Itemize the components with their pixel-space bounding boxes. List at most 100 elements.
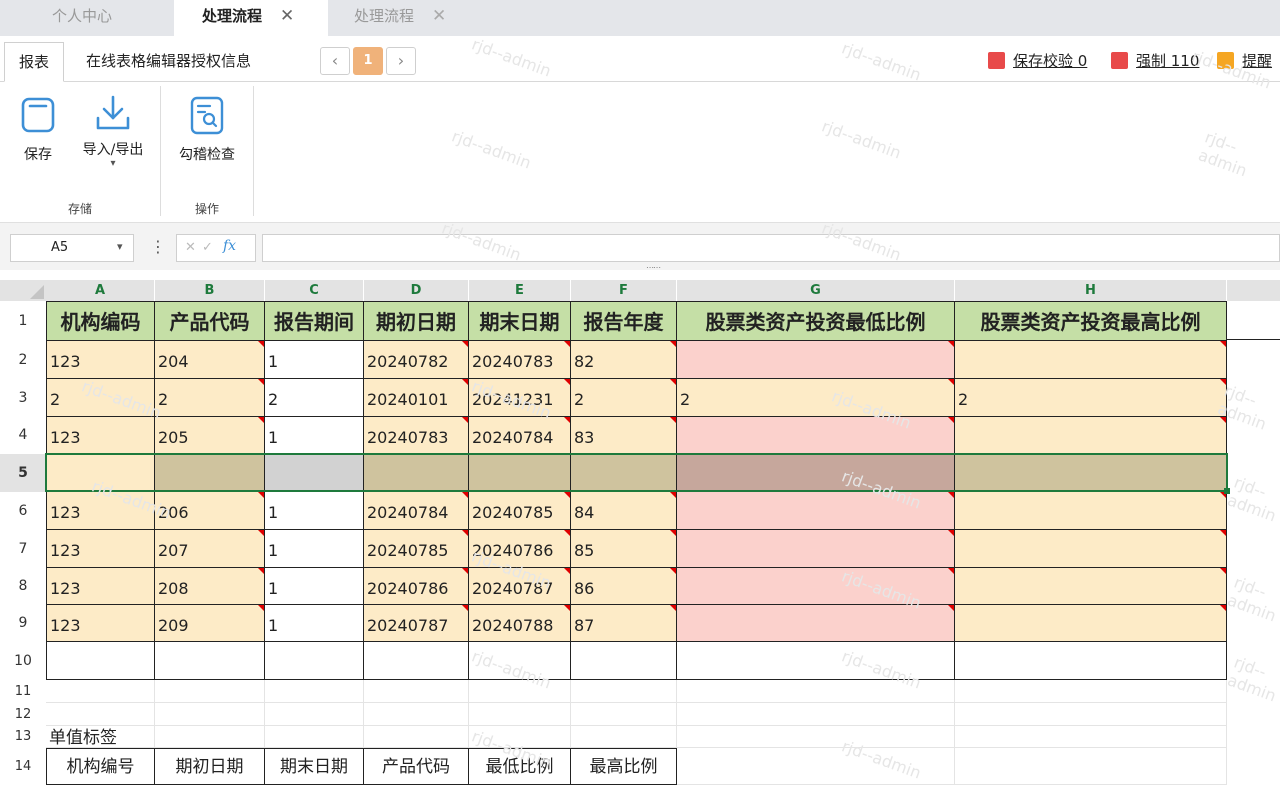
footer-label-cell[interactable]: 期末日期 xyxy=(265,748,364,785)
column-header-c[interactable]: C xyxy=(265,280,364,301)
resize-handle[interactable]: ⋯⋯ xyxy=(646,263,661,272)
single-value-label[interactable]: 单值标签 xyxy=(49,726,117,748)
data-cell[interactable]: 20240783 xyxy=(364,417,469,454)
chevron-down-icon[interactable]: ▾ xyxy=(117,240,123,253)
data-cell[interactable] xyxy=(155,642,265,680)
function-icon[interactable]: fx xyxy=(223,238,236,254)
data-cell[interactable]: 20240101 xyxy=(364,379,469,417)
row-header-4[interactable]: 4 xyxy=(0,417,46,454)
more-options-icon[interactable]: ⋮ xyxy=(150,237,166,256)
row-header-9[interactable]: 9 xyxy=(0,605,46,642)
row-header-7[interactable]: 7 xyxy=(0,530,46,568)
formula-input[interactable] xyxy=(262,234,1280,262)
row-header-8[interactable]: 8 xyxy=(0,568,46,605)
empty-cell[interactable] xyxy=(265,680,364,703)
data-cell[interactable]: 1 xyxy=(265,530,364,568)
empty-cell[interactable] xyxy=(46,680,155,703)
ribbon-tab-license-info[interactable]: 在线表格编辑器授权信息 xyxy=(86,42,251,82)
empty-cell[interactable] xyxy=(955,703,1227,726)
empty-cell[interactable] xyxy=(265,726,364,748)
empty-cell[interactable] xyxy=(155,726,265,748)
legend-save-check[interactable]: 保存校验 0 xyxy=(988,50,1087,72)
ribbon-tab-report[interactable]: 报表 xyxy=(4,42,65,82)
column-header-h[interactable]: H xyxy=(955,280,1227,301)
data-cell[interactable]: 1 xyxy=(265,568,364,605)
empty-cell[interactable] xyxy=(571,703,677,726)
empty-cell[interactable] xyxy=(571,726,677,748)
data-cell[interactable]: 204 xyxy=(155,341,265,379)
footer-label-cell[interactable]: 最高比例 xyxy=(571,748,677,785)
header-cell[interactable]: 股票类资产投资最高比例 xyxy=(955,301,1227,341)
data-cell[interactable]: 2 xyxy=(265,379,364,417)
data-cell[interactable] xyxy=(46,642,155,680)
data-cell[interactable] xyxy=(677,341,955,379)
empty-cell[interactable] xyxy=(46,703,155,726)
empty-cell[interactable] xyxy=(677,703,955,726)
tab-personal-center[interactable]: 个人中心 xyxy=(52,0,112,36)
footer-label-cell[interactable]: 产品代码 xyxy=(364,748,469,785)
empty-cell[interactable] xyxy=(364,680,469,703)
data-cell[interactable]: 20240788 xyxy=(469,605,571,642)
data-cell[interactable]: 123 xyxy=(46,605,155,642)
import-export-button[interactable]: 导入/导出 ▾ xyxy=(76,92,150,172)
tab-process-flow-active[interactable]: 处理流程 ✕ xyxy=(174,0,328,36)
data-cell[interactable]: 1 xyxy=(265,417,364,454)
header-cell[interactable]: 期初日期 xyxy=(364,301,469,341)
data-cell[interactable] xyxy=(955,568,1227,605)
data-cell[interactable] xyxy=(955,530,1227,568)
data-cell[interactable] xyxy=(677,530,955,568)
cell-reference-box[interactable]: A5 ▾ xyxy=(10,234,134,262)
empty-cell[interactable] xyxy=(155,703,265,726)
data-cell[interactable]: 20240785 xyxy=(364,530,469,568)
data-cell[interactable]: 86 xyxy=(571,568,677,605)
data-cell[interactable]: 1 xyxy=(265,605,364,642)
row-header-12[interactable]: 12 xyxy=(0,703,46,726)
data-cell[interactable]: 82 xyxy=(571,341,677,379)
data-cell[interactable]: 87 xyxy=(571,605,677,642)
prev-page-button[interactable]: ‹ xyxy=(320,47,350,75)
row-header-14[interactable]: 14 xyxy=(0,748,46,785)
data-cell[interactable]: 123 xyxy=(46,417,155,454)
row-header-13[interactable]: 13 xyxy=(0,726,46,748)
data-cell[interactable]: 123 xyxy=(46,530,155,568)
data-cell[interactable] xyxy=(571,642,677,680)
header-cell[interactable]: 报告年度 xyxy=(571,301,677,341)
column-header-f[interactable]: F xyxy=(571,280,677,301)
column-header-g[interactable]: G xyxy=(677,280,955,301)
row-header-1[interactable]: 1 xyxy=(0,301,46,341)
next-page-button[interactable]: › xyxy=(386,47,416,75)
confirm-icon[interactable]: ✓ xyxy=(202,240,213,255)
legend-mandatory[interactable]: 强制 110 xyxy=(1111,50,1199,72)
select-all-corner[interactable] xyxy=(0,280,46,301)
data-cell[interactable] xyxy=(265,642,364,680)
data-cell[interactable]: 123 xyxy=(46,568,155,605)
column-header-b[interactable]: B xyxy=(155,280,265,301)
data-cell[interactable]: 1 xyxy=(265,341,364,379)
close-icon[interactable]: ✕ xyxy=(432,6,446,26)
data-cell[interactable]: 2 xyxy=(677,379,955,417)
header-cell[interactable]: 股票类资产投资最低比例 xyxy=(677,301,955,341)
data-cell[interactable] xyxy=(955,341,1227,379)
empty-cell[interactable] xyxy=(364,703,469,726)
empty-cell[interactable] xyxy=(469,680,571,703)
data-cell[interactable] xyxy=(364,642,469,680)
empty-cell[interactable] xyxy=(469,703,571,726)
column-header-a[interactable]: A xyxy=(46,280,155,301)
cancel-icon[interactable]: ✕ xyxy=(185,240,196,255)
tab-process-flow[interactable]: 处理流程 ✕ xyxy=(354,0,446,36)
header-cell[interactable]: 产品代码 xyxy=(155,301,265,341)
empty-cell[interactable] xyxy=(677,726,955,748)
data-cell[interactable]: 2 xyxy=(155,379,265,417)
data-cell[interactable] xyxy=(955,605,1227,642)
data-cell[interactable]: 83 xyxy=(571,417,677,454)
data-cell[interactable]: 206 xyxy=(155,492,265,530)
row-header-2[interactable]: 2 xyxy=(0,341,46,379)
close-icon[interactable]: ✕ xyxy=(280,6,294,26)
fill-handle[interactable] xyxy=(1224,488,1230,494)
data-cell[interactable] xyxy=(955,642,1227,680)
footer-label-cell[interactable]: 机构编号 xyxy=(46,748,155,785)
data-cell[interactable]: 123 xyxy=(46,341,155,379)
data-cell[interactable]: 205 xyxy=(155,417,265,454)
reconciliation-check-button[interactable]: 勾稽检查 xyxy=(174,96,240,168)
header-cell[interactable]: 期末日期 xyxy=(469,301,571,341)
